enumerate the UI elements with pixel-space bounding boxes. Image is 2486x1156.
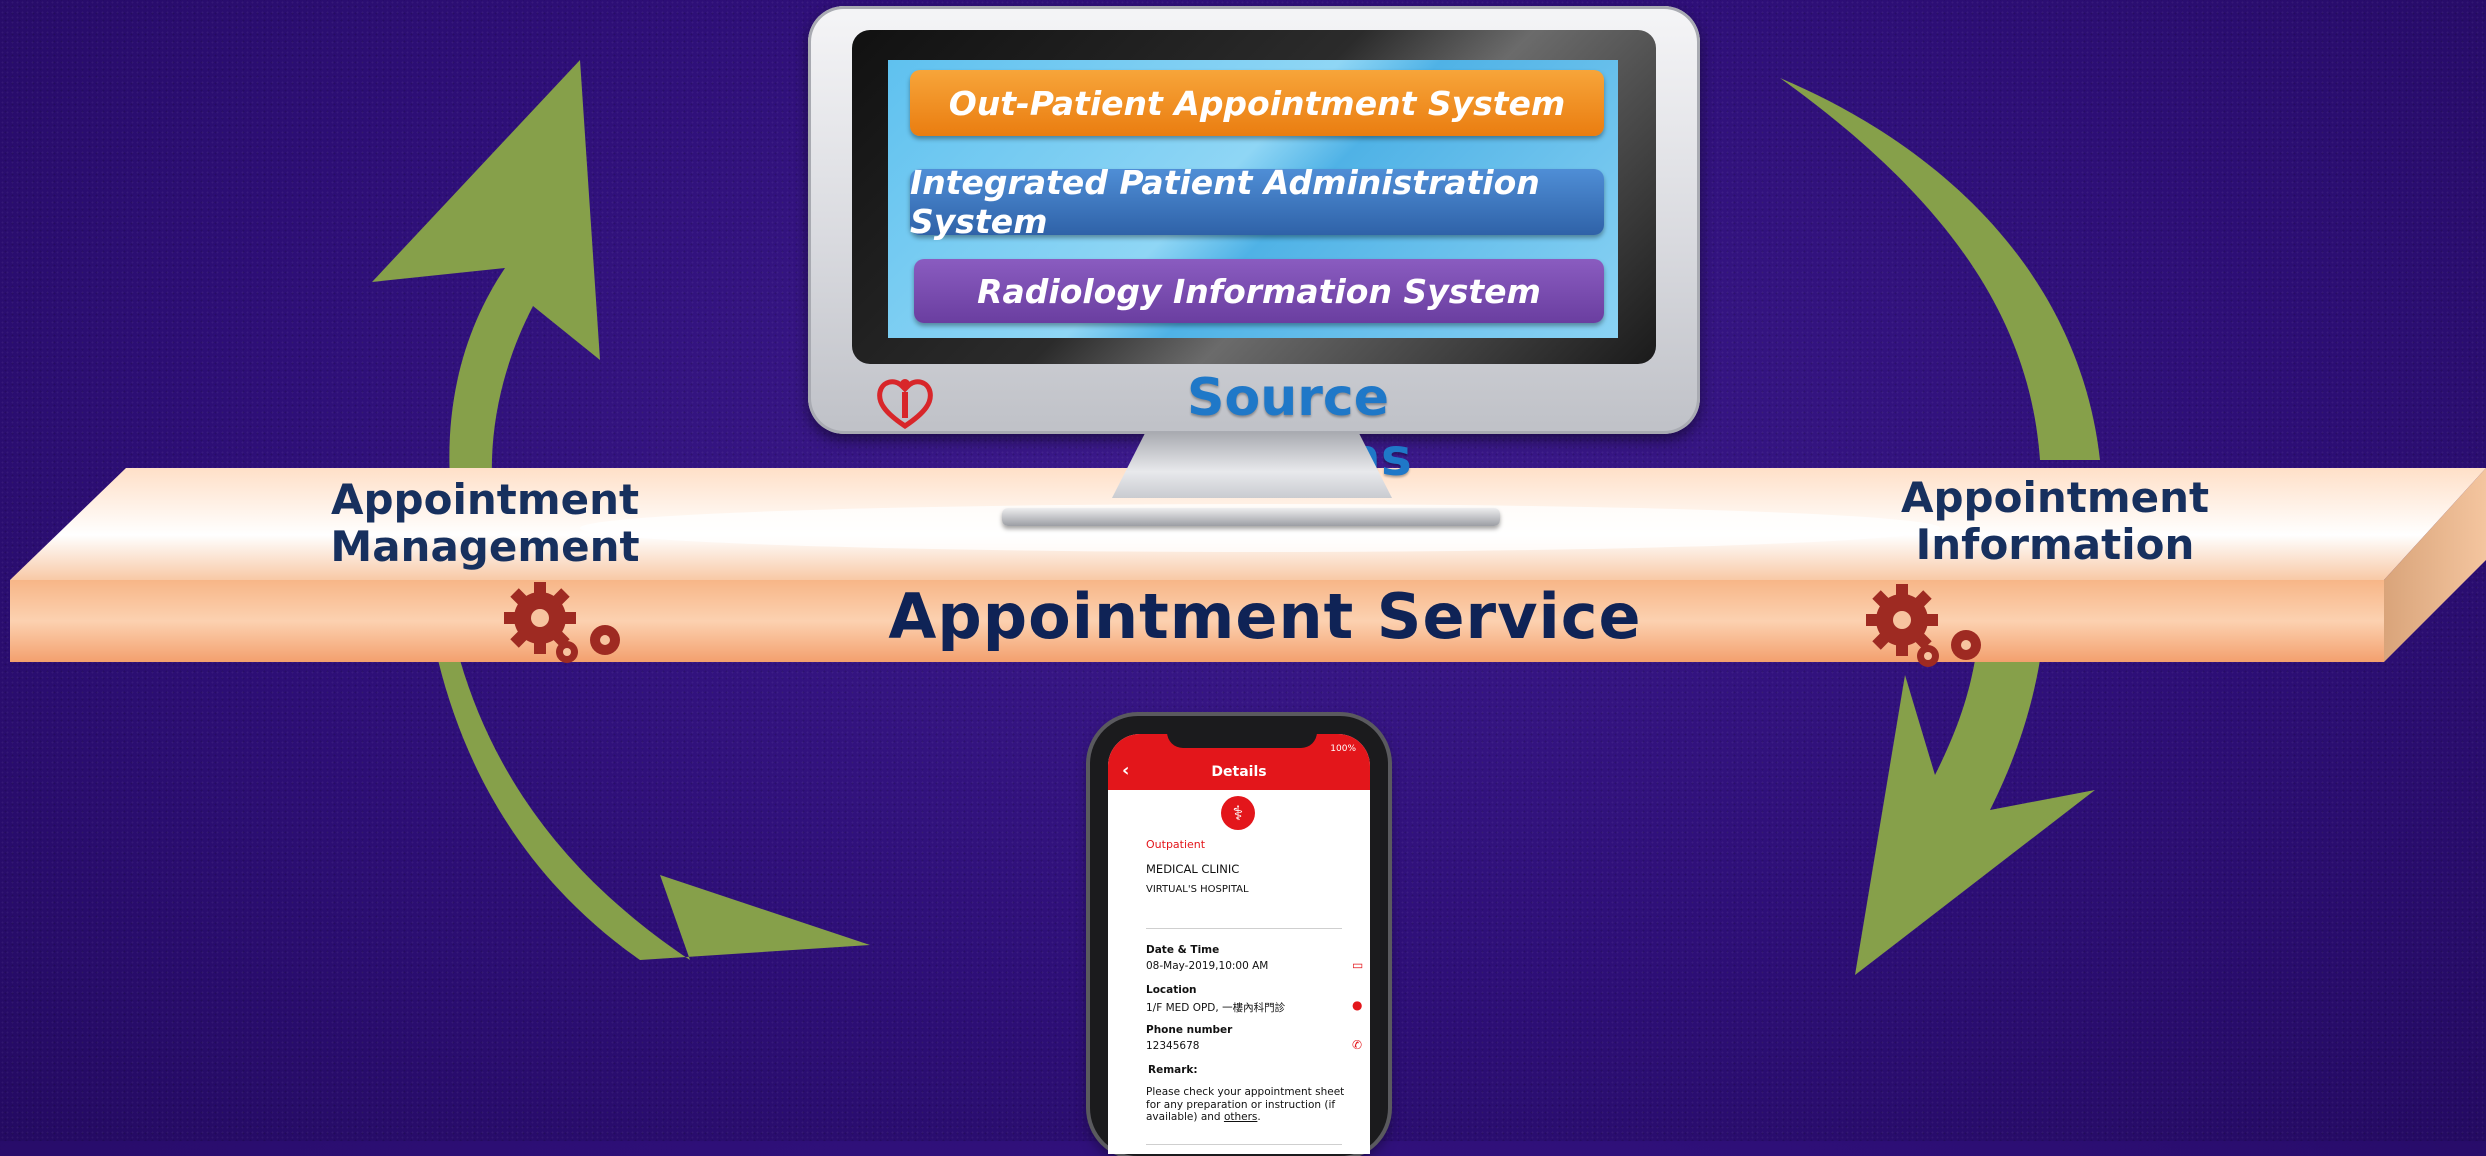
label-line: Information	[1915, 520, 2195, 569]
system-opas: Out-Patient Appointment System	[910, 70, 1604, 136]
datetime-label: Date & Time	[1146, 944, 1220, 956]
phone-icon[interactable]: ✆	[1352, 1038, 1362, 1052]
others-link[interactable]: others	[1224, 1111, 1257, 1123]
battery-status: 100%	[1330, 744, 1356, 754]
calendar-icon[interactable]: ▭	[1352, 958, 1363, 972]
arrow-left-up	[372, 60, 600, 480]
divider	[1146, 1144, 1342, 1145]
monitor-stand	[1112, 432, 1392, 498]
arrow-left-down	[438, 660, 870, 960]
phone-notch	[1167, 728, 1317, 748]
system-ris: Radiology Information System	[914, 259, 1604, 323]
phone-label: Phone number	[1146, 1024, 1233, 1036]
label-line: Management	[330, 522, 640, 571]
mobile-app-phone: 100% ‹ Details ⚕ Outpatient MEDICAL CLIN…	[1090, 716, 1388, 1156]
arrow-right-down	[1855, 660, 2095, 975]
location-value: 1/F MED OPD, 一樓內科門診	[1146, 1002, 1286, 1014]
source-systems-monitor: Out-Patient Appointment System Integrate…	[808, 6, 1700, 488]
label-line: Appointment	[1900, 473, 2210, 522]
appointment-category: Outpatient	[1146, 838, 1206, 851]
system-ipas: Integrated Patient Administration System	[910, 163, 1604, 241]
appointment-management-label: Appointment Management	[330, 476, 640, 570]
monitor-stand-base	[1002, 508, 1500, 526]
datetime-value: 08-May-2019,10:00 AM	[1146, 960, 1269, 972]
phone-screen: 100% ‹ Details ⚕ Outpatient MEDICAL CLIN…	[1108, 734, 1370, 1154]
stethoscope-icon: ⚕	[1221, 796, 1255, 830]
clinic-name: MEDICAL CLINIC	[1146, 862, 1240, 876]
remark-label: Remark:	[1148, 1064, 1198, 1076]
divider	[1146, 928, 1342, 929]
arrow-right-top	[1780, 78, 2100, 460]
hospital-authority-logo-icon	[877, 379, 933, 430]
remark-end: .	[1257, 1111, 1261, 1123]
location-label: Location	[1146, 984, 1197, 996]
appointment-information-label: Appointment Information	[1900, 474, 2210, 568]
hospital-name: VIRTUAL'S HOSPITAL	[1146, 884, 1249, 895]
phone-value: 12345678	[1146, 1040, 1200, 1052]
label-line: Appointment	[330, 475, 640, 524]
map-pin-icon[interactable]: ●	[1352, 998, 1362, 1012]
remark-text: Please check your appointment sheet for …	[1146, 1086, 1346, 1124]
app-header-title: Details	[1211, 764, 1267, 780]
appointment-service-title: Appointment Service	[888, 580, 1642, 653]
